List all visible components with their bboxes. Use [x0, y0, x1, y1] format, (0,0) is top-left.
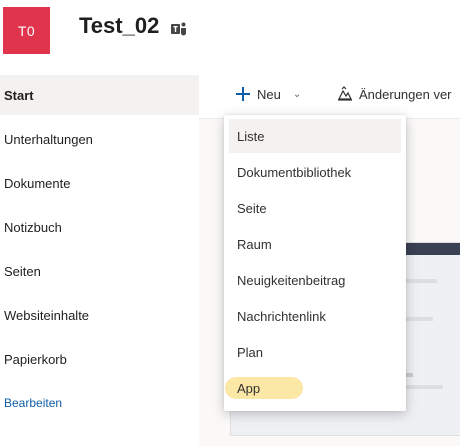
site-logo[interactable]: T0 — [3, 7, 50, 54]
menu-item-plan[interactable]: Plan — [229, 335, 401, 369]
nav-edit-link[interactable]: Bearbeiten — [0, 383, 199, 423]
new-button-label: Neu — [257, 86, 281, 102]
nav-item-label: Unterhaltungen — [4, 131, 93, 147]
menu-item-label: Liste — [237, 128, 265, 144]
nav-edit-label: Bearbeiten — [4, 396, 63, 410]
menu-item-dokumentbibliothek[interactable]: Dokumentbibliothek — [229, 155, 401, 189]
menu-item-label: Plan — [237, 344, 264, 360]
command-bar: Neu ⌄ Änderungen ver — [199, 70, 460, 119]
chevron-down-icon: ⌄ — [292, 88, 302, 100]
nav-item-dokumente[interactable]: Dokumente — [0, 163, 199, 203]
menu-item-app[interactable]: App — [225, 371, 401, 405]
changes-button[interactable]: Änderungen ver — [337, 82, 452, 106]
menu-item-label: Neuigkeitenbeitrag — [237, 272, 346, 288]
site-logo-text: T0 — [17, 22, 36, 39]
nav-item-unterhaltungen[interactable]: Unterhaltungen — [0, 119, 199, 159]
menu-item-label: Nachrichtenlink — [237, 308, 326, 324]
menu-item-raum[interactable]: Raum — [229, 227, 401, 261]
nav-item-websiteinhalte[interactable]: Websiteinhalte — [0, 295, 199, 335]
nav-item-notizbuch[interactable]: Notizbuch — [0, 207, 199, 247]
nav-item-label: Papierkorb — [4, 351, 67, 367]
changes-icon — [338, 86, 352, 101]
menu-item-liste[interactable]: Liste — [229, 119, 401, 153]
nav-item-papierkorb[interactable]: Papierkorb — [0, 339, 199, 379]
new-dropdown-menu: Liste Dokumentbibliothek Seite Raum Neui… — [224, 115, 406, 411]
nav-item-start[interactable]: Start — [0, 75, 199, 115]
nav-item-label: Websiteinhalte — [4, 307, 90, 323]
menu-item-seite[interactable]: Seite — [229, 191, 401, 225]
menu-item-label: Seite — [237, 200, 267, 216]
plus-icon — [235, 86, 251, 102]
menu-item-label: Dokumentbibliothek — [237, 164, 352, 180]
nav-item-seiten[interactable]: Seiten — [0, 251, 199, 291]
menu-item-label: App — [237, 380, 261, 396]
nav-item-label: Notizbuch — [4, 219, 62, 235]
changes-button-label: Änderungen ver — [359, 86, 452, 102]
site-header: T0 Test_02 — [0, 0, 460, 70]
new-button[interactable]: Neu ⌄ — [235, 82, 301, 106]
nav-item-label: Dokumente — [4, 175, 71, 191]
left-navigation: Start Unterhaltungen Dokumente Notizbuch… — [0, 70, 199, 446]
menu-item-neuigkeitenbeitrag[interactable]: Neuigkeitenbeitrag — [229, 263, 401, 297]
menu-item-nachrichtenlink[interactable]: Nachrichtenlink — [229, 299, 401, 333]
menu-item-label: Raum — [237, 236, 272, 252]
site-title[interactable]: Test_02 — [79, 13, 159, 39]
nav-item-label: Start — [4, 87, 34, 103]
nav-item-label: Seiten — [4, 263, 41, 279]
teams-icon[interactable] — [170, 20, 188, 38]
